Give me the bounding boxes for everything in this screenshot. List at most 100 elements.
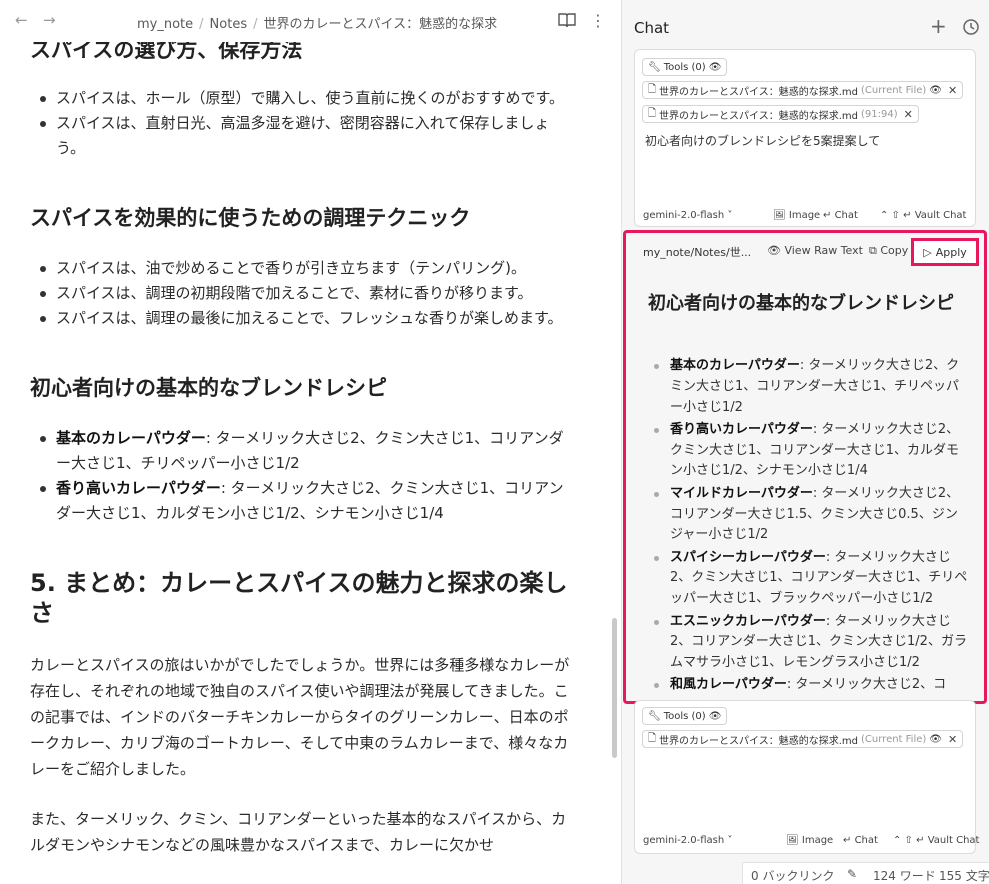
status-bar: 0 バックリンク ✎ 124 ワード 155 文字 <box>742 862 989 884</box>
breadcrumb-separator: / <box>199 17 204 32</box>
reading-view-icon[interactable] <box>558 12 576 28</box>
list-item: 和風カレーパウダー: ターメリック大さじ2、コ <box>648 675 968 696</box>
context-file-chip: 🗋︎ 世界のカレーとスパイス：魅惑的な探求.md (Current File) … <box>642 81 964 99</box>
list-item: スパイスは、ホール（原型）で購入し、使う直前に挽くのがおすすめです。 <box>30 86 578 111</box>
section-heading: スパイスを効果的に使うための調理テクニック <box>30 206 471 230</box>
context-selection-chip: 🗋︎ 世界のカレーとスパイス：魅惑的な探求.md (91:94) ✕ <box>642 105 919 123</box>
view-raw-text-button[interactable]: 👁︎ View Raw Text <box>767 244 863 257</box>
note-scrollbar[interactable] <box>612 618 617 758</box>
play-icon: ▷ <box>923 245 932 259</box>
wrench-icon: 🔧︎ <box>648 710 661 722</box>
new-chat-plus-icon[interactable]: + <box>930 14 947 38</box>
breadcrumb-folder[interactable]: Notes <box>210 17 248 32</box>
bullet-list: 基本のカレーパウダー: ターメリック大さじ2、クミン大さじ1、コリアンダー大さじ… <box>30 426 578 526</box>
list-item: スパイスは、油で炒めることで香りが引き立ちます（テンパリング)。 <box>30 256 578 281</box>
bullet-list: スパイスは、ホール（原型）で購入し、使う直前に挽くのがおすすめです。 スパイスは… <box>30 86 578 161</box>
eye-icon[interactable]: 👁︎ <box>929 734 942 745</box>
wrench-icon: 🔧︎ <box>648 61 661 73</box>
breadcrumb-separator: / <box>253 17 258 32</box>
chat-input-box[interactable]: 🔧︎ Tools (0) 👁︎ 🗋︎ 世界のカレーとスパイス：魅惑的な探求.md… <box>634 700 979 854</box>
chat-send-button[interactable]: ↵ Chat <box>843 835 878 846</box>
file-name: 世界のカレーとスパイス：魅惑的な探求.md <box>659 735 859 747</box>
chat-title: Chat <box>634 19 670 37</box>
word-count: 124 ワード <box>873 869 936 883</box>
recipe-name: 基本のカレーパウダー <box>56 429 206 447</box>
copy-icon: ⧉ <box>869 244 877 257</box>
recipe-name: 香り高いカレーパウダー <box>670 421 813 437</box>
recipe-name: マイルドカレーパウダー <box>670 485 813 501</box>
forward-arrow-icon[interactable]: → <box>43 11 56 29</box>
file-icon: 🗋︎ <box>648 107 657 119</box>
note-pane: ← → my_note / Notes / 世界のカレーとスパイス：魅惑的な探求 ⋮ ス… <box>0 0 621 884</box>
tools-label: Tools (0) <box>663 710 706 722</box>
list-item: スパイスは、直射日光、高温多湿を避け、密閉容器に入れて保存しましょう。 <box>30 111 578 161</box>
list-item: 香り高いカレーパウダー: ターメリック大さじ2、クミン大さじ1、コリアンダー大さ… <box>30 476 578 526</box>
bullet-list: スパイスは、油で炒めることで香りが引き立ちます（テンパリング)。 スパイスは、調… <box>30 256 578 331</box>
remove-icon[interactable]: ✕ <box>904 108 913 121</box>
note-header: ← → my_note / Notes / 世界のカレーとスパイス：魅惑的な探求 ⋮ <box>0 0 621 42</box>
image-button[interactable]: 🖼︎ Image <box>786 835 833 846</box>
vault-chat-button[interactable]: ⌃ ⇧ ↵ Vault Chat <box>893 835 979 846</box>
recipe-name: 和風カレーパウダー <box>670 677 787 693</box>
remove-icon[interactable]: ✕ <box>948 733 957 746</box>
edit-pencil-icon[interactable]: ✎ <box>847 867 857 881</box>
model-selector[interactable]: gemini-2.0-flash ˅ <box>643 835 732 846</box>
list-item: エスニックカレーパウダー: ターメリック大さじ2、コリアンダー大さじ1、クミン大… <box>648 612 968 674</box>
file-icon: 🗋︎ <box>648 83 657 95</box>
chat-sidebar: Chat + 🔧︎ Tools (0) 👁︎ 🗋︎ 世界のカレーとスパイス：魅惑… <box>621 0 989 884</box>
backlinks-count[interactable]: 0 バックリンク <box>751 867 834 884</box>
list-item: スパイスは、調理の最後に加えることで、フレッシュな香りが楽しめます。 <box>30 306 578 331</box>
breadcrumb-file[interactable]: 世界のカレーとスパイス：魅惑的な探求 <box>263 17 497 32</box>
prompt-text[interactable]: 初心者向けのブレンドレシピを5案提案して <box>645 132 880 149</box>
breadcrumb: my_note / Notes / 世界のカレーとスパイス：魅惑的な探求 <box>137 13 497 32</box>
tools-button[interactable]: 🔧︎ Tools (0) 👁︎ <box>642 58 728 76</box>
list-item: 基本のカレーパウダー: ターメリック大さじ2、クミン大さじ1、コリアンダー大さじ… <box>648 356 968 418</box>
history-icon[interactable] <box>962 18 980 36</box>
context-file-chip: 🗋︎ 世界のカレーとスパイス：魅惑的な探求.md (Current File) … <box>642 730 964 748</box>
paragraph: また、ターメリック、クミン、コリアンダーといった基本的なスパイスから、カルダモン… <box>30 810 567 854</box>
more-options-icon[interactable]: ⋮ <box>590 11 606 30</box>
paragraph: カレーとスパイスの旅はいかがでしたでしょうか。世界には多種多様なカレーが存在し、… <box>30 656 570 778</box>
note-content[interactable]: スパイスの選び方、保存方法 スパイスは、ホール（原型）で購入し、使う直前に挽くの… <box>30 36 578 858</box>
recipe-name: 香り高いカレーパウダー <box>56 479 221 497</box>
list-item: マイルドカレーパウダー: ターメリック大さじ2、コリアンダー大さじ1.5、クミン… <box>648 484 968 546</box>
recipe-desc: : ターメリック大さじ2、コ <box>786 677 947 693</box>
back-arrow-icon[interactable]: ← <box>15 11 28 29</box>
list-item: 香り高いカレーパウダー: ターメリック大さじ2、クミン大さじ1、コリアンダー大さ… <box>648 420 968 482</box>
selection-range: (91:94) <box>861 108 898 120</box>
model-selector[interactable]: gemini-2.0-flash ˅ <box>643 210 732 221</box>
file-tag: (Current File) <box>861 84 927 96</box>
section-heading: 初心者向けの基本的なブレンドレシピ <box>30 376 387 400</box>
file-tag: (Current File) <box>861 733 927 745</box>
ai-response-panel: my_note/Notes/世... 👁︎ View Raw Text ⧉ Co… <box>623 230 987 704</box>
eye-icon[interactable]: 👁︎ <box>929 85 942 96</box>
apply-button[interactable]: ▷ Apply <box>911 238 979 266</box>
image-button[interactable]: 🖼︎ Image <box>773 210 820 221</box>
file-name: 世界のカレーとスパイス：魅惑的な探求.md <box>659 86 859 98</box>
recipe-name: スパイシーカレーパウダー <box>670 549 826 565</box>
list-item: 基本のカレーパウダー: ターメリック大さじ2、クミン大さじ1、コリアンダー大さじ… <box>30 426 578 476</box>
section-heading: 5. まとめ：カレーとスパイスの魅力と探求の楽しさ <box>30 569 568 627</box>
breadcrumb-vault[interactable]: my_note <box>137 17 193 32</box>
list-item: スパイスは、調理の初期段階で加えることで、素材に香りが移ります。 <box>30 281 578 306</box>
response-list: 基本のカレーパウダー: ターメリック大さじ2、クミン大さじ1、コリアンダー大さじ… <box>648 356 968 698</box>
response-file-path[interactable]: my_note/Notes/世... <box>643 244 751 260</box>
chat-send-button[interactable]: ↵ Chat <box>823 210 858 221</box>
eye-icon[interactable]: 👁︎ <box>709 711 722 722</box>
char-count: 155 文字 <box>939 869 989 883</box>
file-icon: 🗋︎ <box>648 732 657 744</box>
response-heading: 初心者向けの基本的なブレンドレシピ <box>648 293 954 314</box>
vault-chat-button[interactable]: ⌃ ⇧ ↵ Vault Chat <box>880 210 966 221</box>
chat-input-box[interactable]: 🔧︎ Tools (0) 👁︎ 🗋︎ 世界のカレーとスパイス：魅惑的な探求.md… <box>634 49 976 227</box>
remove-icon[interactable]: ✕ <box>948 84 957 97</box>
list-item: スパイシーカレーパウダー: ターメリック大さじ2、クミン大さじ1、コリアンダー大… <box>648 548 968 610</box>
tools-button[interactable]: 🔧︎ Tools (0) 👁︎ <box>642 707 728 725</box>
file-name: 世界のカレーとスパイス：魅惑的な探求.md <box>659 110 859 122</box>
recipe-name: 基本のカレーパウダー <box>670 358 800 373</box>
tools-label: Tools (0) <box>663 61 706 73</box>
eye-icon[interactable]: 👁︎ <box>709 62 722 73</box>
eye-icon: 👁︎ <box>767 244 781 257</box>
response-toolbar: my_note/Notes/世... 👁︎ View Raw Text ⧉ Co… <box>626 233 984 271</box>
recipe-name: エスニックカレーパウダー <box>670 613 826 629</box>
copy-button[interactable]: ⧉ Copy <box>869 244 908 258</box>
